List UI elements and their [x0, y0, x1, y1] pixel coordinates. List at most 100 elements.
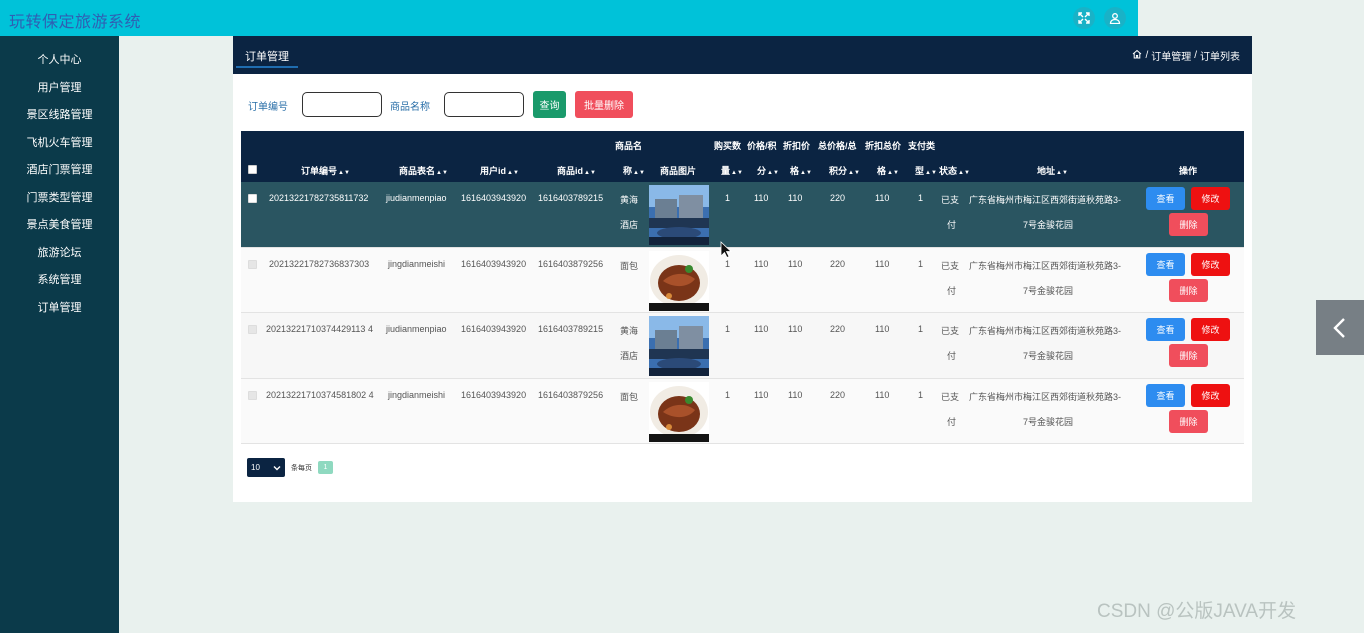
sidebar-item-scenic-routes[interactable]: 景区线路管理 — [0, 102, 119, 130]
col-discount-total-2[interactable]: 格▲▼ — [877, 164, 899, 177]
col-pay-type-2[interactable]: 型▲▼ — [915, 164, 937, 177]
col-discount-2[interactable]: 格▲▼ — [790, 164, 812, 177]
home-icon[interactable] — [1132, 49, 1142, 62]
col-qty: 购买数 — [714, 141, 742, 151]
cell-status-2: 付 — [947, 351, 957, 361]
sidebar-item-personal-center[interactable]: 个人中心 — [0, 47, 119, 75]
cell-goods-name: 面包 — [620, 391, 639, 402]
cell-address: 广东省梅州市梅江区西郊街道秋苑路3- — [969, 326, 1122, 336]
delete-button[interactable]: 删除 — [1169, 213, 1208, 236]
cell-table-name: jiudianmenpiao — [386, 193, 447, 203]
sidebar-item-plane-train[interactable]: 飞机火车管理 — [0, 130, 119, 158]
sidebar-item-user-management[interactable]: 用户管理 — [0, 75, 119, 103]
cell-user-id: 1616403943920 — [461, 193, 527, 203]
sidebar-item-ticket-types[interactable]: 门票类型管理 — [0, 185, 119, 213]
view-button[interactable]: 查看 — [1146, 187, 1185, 210]
col-total-2[interactable]: 积分▲▼ — [829, 164, 860, 177]
breadcrumb-separator: / — [1194, 50, 1197, 61]
col-price: 价格/积 — [747, 141, 777, 151]
cell-discount-total: 110 — [875, 258, 890, 269]
panel-header: 订单管理 / 订单管理 / 订单列表 — [233, 36, 1252, 74]
cell-goods-name-2: 酒店 — [620, 351, 639, 361]
sidebar-item-travel-forum[interactable]: 旅游论坛 — [0, 240, 119, 268]
cell-total: 220 — [830, 193, 846, 203]
cell-pay-type: 1 — [918, 324, 924, 334]
sidebar-item-hotel-tickets[interactable]: 酒店门票管理 — [0, 157, 119, 185]
col-address[interactable]: 地址▲▼ — [1037, 164, 1068, 177]
col-qty-2[interactable]: 量▲▼ — [721, 164, 743, 177]
tab-order-management[interactable]: 订单管理 — [236, 36, 298, 68]
row-checkbox[interactable] — [248, 259, 257, 269]
orders-table: 订单编号▲▼ 商品表名▲▼ 用户id▲▼ 商品id▲▼ 商品名 称▲▼ 商品图片… — [241, 131, 1244, 444]
row-checkbox[interactable] — [248, 325, 257, 334]
edit-button[interactable]: 修改 — [1191, 187, 1230, 210]
page-number-current[interactable]: 1 — [318, 461, 333, 474]
cell-qty: 1 — [725, 258, 731, 269]
col-status[interactable]: 状态▲▼ — [939, 164, 970, 177]
delete-button[interactable]: 删除 — [1169, 409, 1208, 433]
cell-status: 已支 — [941, 326, 960, 336]
fullscreen-icon[interactable] — [1073, 7, 1095, 29]
col-order-no[interactable]: 订单编号▲▼ — [301, 164, 350, 177]
col-price-2[interactable]: 分▲▼ — [757, 164, 779, 177]
cell-total: 220 — [830, 258, 846, 269]
cell-goods-id: 1616403879256 — [538, 389, 604, 400]
table-row[interactable]: 20213221782735811732 jiudianmenpiao 1616… — [241, 182, 1244, 248]
order-no-input[interactable] — [302, 92, 382, 117]
edit-button[interactable]: 修改 — [1191, 318, 1230, 341]
col-pay-type: 支付类 — [908, 141, 936, 151]
breadcrumb: / 订单管理 / 订单列表 — [1132, 48, 1240, 63]
cell-status: 已支 — [941, 260, 960, 271]
row-checkbox[interactable] — [248, 194, 257, 203]
breadcrumb-level1[interactable]: 订单管理 — [1151, 48, 1191, 63]
query-button[interactable]: 查询 — [533, 91, 566, 118]
cell-discount-total: 110 — [875, 324, 890, 334]
select-all-checkbox[interactable] — [248, 165, 257, 174]
edit-button[interactable]: 修改 — [1191, 383, 1230, 407]
view-button[interactable]: 查看 — [1146, 318, 1185, 341]
col-user-id[interactable]: 用户id▲▼ — [480, 164, 519, 177]
edit-button[interactable]: 修改 — [1191, 252, 1230, 276]
main-panel: 订单管理 / 订单管理 / 订单列表 订单编号 商品名称 查询 批量删除 订单编… — [233, 36, 1252, 502]
batch-delete-button[interactable]: 批量删除 — [575, 91, 633, 118]
view-button[interactable]: 查看 — [1146, 383, 1185, 407]
cell-discount: 110 — [788, 258, 803, 269]
sidebar-item-order-management[interactable]: 订单管理 — [0, 295, 119, 323]
breadcrumb-separator: / — [1145, 50, 1149, 61]
app-title: 玩转保定旅游系统 — [9, 14, 142, 31]
table-row[interactable]: 20213221710374581802 4 jingdianmeishi 16… — [241, 378, 1244, 444]
page-size-text: 条每页 — [291, 464, 312, 472]
view-button[interactable]: 查看 — [1146, 252, 1185, 276]
top-bar: 玩转保定旅游系统 — [0, 0, 1138, 36]
col-goods-name-2[interactable]: 称▲▼ — [623, 164, 645, 177]
col-table-name[interactable]: 商品表名▲▼ — [399, 164, 448, 177]
row-checkbox[interactable] — [248, 390, 257, 400]
page-size-select[interactable]: 10 — [247, 458, 285, 477]
cell-price: 110 — [754, 324, 769, 334]
cell-goods-name: 面包 — [620, 260, 639, 271]
user-icon[interactable] — [1104, 7, 1126, 29]
delete-button[interactable]: 删除 — [1169, 344, 1208, 367]
mouse-cursor-icon — [720, 241, 732, 259]
sidebar-item-system-management[interactable]: 系统管理 — [0, 267, 119, 295]
cell-goods-name: 黄海 — [620, 195, 639, 205]
col-goods-name: 商品名 — [615, 141, 643, 151]
cell-order-no: 20213221782735811732 — [269, 193, 369, 203]
cell-user-id: 1616403943920 — [461, 324, 527, 334]
sidebar-item-scenic-food[interactable]: 景点美食管理 — [0, 212, 119, 240]
side-drawer-toggle[interactable] — [1316, 300, 1364, 355]
pagination: 10 条每页 1 — [247, 458, 333, 477]
table-row[interactable]: 20213221782736837303 jingdianmeishi 1616… — [241, 247, 1244, 313]
cell-address: 广东省梅州市梅江区西郊街道秋苑路3- — [969, 195, 1122, 205]
watermark: CSDN @公版JAVA开发 — [1097, 601, 1297, 622]
goods-image-food — [649, 250, 709, 311]
cell-order-no: 20213221710374429113 4 — [266, 324, 373, 334]
table-row[interactable]: 20213221710374429113 4 jiudianmenpiao 16… — [241, 313, 1244, 379]
col-goods-id[interactable]: 商品id▲▼ — [557, 164, 596, 177]
cell-order-no: 20213221710374581802 4 — [266, 389, 374, 400]
goods-name-input[interactable] — [444, 92, 524, 117]
delete-button[interactable]: 删除 — [1169, 278, 1208, 302]
cell-status-2: 付 — [947, 416, 957, 427]
cell-table-name: jingdianmeishi — [388, 389, 446, 400]
cell-user-id: 1616403943920 — [461, 389, 527, 400]
